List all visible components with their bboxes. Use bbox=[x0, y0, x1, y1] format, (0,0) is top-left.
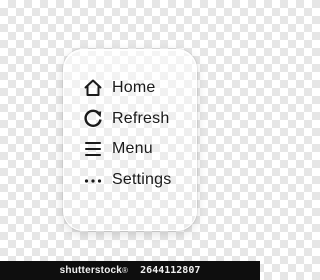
trademark-symbol: ® bbox=[122, 266, 129, 275]
watermark-image-id: 2644112807 bbox=[140, 265, 201, 276]
menu-item-home[interactable]: Home bbox=[82, 73, 171, 104]
watermark-bar: shutterstock® 2644112807 bbox=[0, 261, 260, 280]
menu-item-menu[interactable]: Menu bbox=[82, 134, 171, 165]
context-menu: Home Refresh Menu Settings bbox=[82, 73, 171, 195]
menu-item-label: Refresh bbox=[112, 109, 170, 127]
menu-item-label: Settings bbox=[112, 170, 172, 188]
menu-item-refresh[interactable]: Refresh bbox=[82, 104, 171, 135]
more-horizontal-icon bbox=[82, 169, 104, 191]
refresh-icon bbox=[82, 108, 104, 130]
watermark-brand: shutterstock® bbox=[59, 265, 129, 276]
menu-item-label: Home bbox=[112, 79, 156, 97]
glass-menu-card: Home Refresh Menu Settings bbox=[63, 49, 197, 231]
home-icon bbox=[82, 77, 104, 99]
menu-item-settings[interactable]: Settings bbox=[82, 165, 171, 196]
menu-item-label: Menu bbox=[112, 140, 153, 158]
hamburger-icon bbox=[82, 138, 104, 160]
